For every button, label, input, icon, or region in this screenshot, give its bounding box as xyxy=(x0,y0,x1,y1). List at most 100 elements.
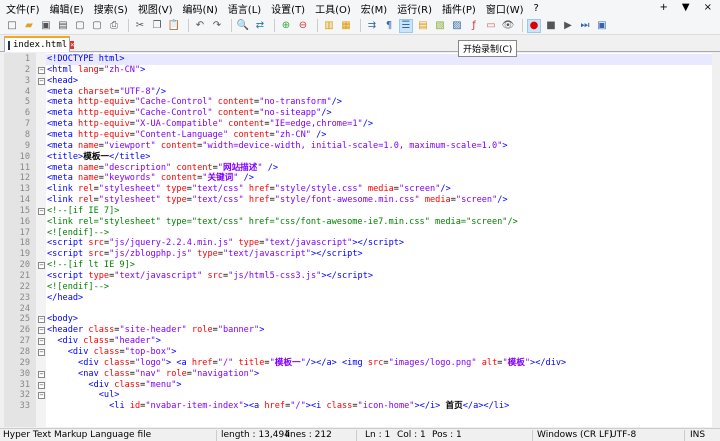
line-number: 15 xyxy=(4,206,30,217)
menu-item[interactable]: 编码(N) xyxy=(183,1,218,16)
fold-toggle-icon[interactable]: − xyxy=(38,78,45,85)
status-encoding[interactable]: UTF-8 xyxy=(610,430,636,440)
close-tab-icon[interactable]: × xyxy=(70,41,74,49)
code-token: "style/style.css" xyxy=(275,184,363,194)
fold-toggle-icon[interactable]: − xyxy=(38,262,45,269)
sync-horizontal-icon[interactable]: ▦ xyxy=(339,19,353,33)
udl-icon[interactable]: ▤ xyxy=(416,19,430,33)
function-list-icon[interactable]: ƒ xyxy=(467,19,481,33)
code-text: </head> xyxy=(46,293,712,304)
fold-toggle-icon[interactable]: − xyxy=(38,371,45,378)
menu-item[interactable]: 搜索(S) xyxy=(94,1,128,16)
paste-icon[interactable]: 📋 xyxy=(167,19,181,33)
menu-item[interactable]: 工具(O) xyxy=(315,1,351,16)
code-token: "Cache-Control" xyxy=(135,97,213,107)
code-text: <meta charset="UTF-8"/> xyxy=(46,87,712,98)
code-token: ><a xyxy=(244,401,265,411)
fold-toggle-icon[interactable]: − xyxy=(38,349,45,356)
run-macro-multiple-icon[interactable]: ⏭ xyxy=(578,19,592,33)
copy-icon[interactable]: ❐ xyxy=(150,19,164,33)
window-control[interactable]: ▼ xyxy=(682,2,690,13)
redo-icon[interactable]: ↷ xyxy=(210,19,224,33)
close-all-icon[interactable]: ▢ xyxy=(90,19,104,33)
code-editor[interactable]: 1<!DOCTYPE html>2−<html lang="zh-CN">3−<… xyxy=(4,53,712,427)
menu-item[interactable]: 语言(L) xyxy=(228,1,261,16)
close-icon[interactable]: ▢ xyxy=(73,19,87,33)
undo-icon[interactable]: ↶ xyxy=(193,19,207,33)
line-number: 9 xyxy=(4,141,30,152)
code-token: /> xyxy=(332,97,342,107)
code-token: "stylesheet" xyxy=(99,184,161,194)
code-line: 9 <meta name="viewport" content="width=de… xyxy=(4,141,712,152)
menu-item[interactable]: 视图(V) xyxy=(138,1,173,16)
replace-icon[interactable]: ⇄ xyxy=(253,19,267,33)
zoom-out-icon[interactable]: ⊖ xyxy=(296,19,310,33)
word-wrap-icon[interactable]: ⇉ xyxy=(365,19,379,33)
code-token: ></script> xyxy=(352,238,404,248)
fold-toggle-icon[interactable]: − xyxy=(38,316,45,323)
indent-guide-icon[interactable]: ☰ xyxy=(399,19,413,33)
fold-toggle-icon[interactable]: − xyxy=(38,208,45,215)
line-number: 5 xyxy=(4,97,30,108)
save-macro-icon[interactable]: ▣ xyxy=(595,19,609,33)
cut-icon[interactable]: ✂ xyxy=(133,19,147,33)
window-control[interactable]: × xyxy=(704,2,712,13)
play-macro-icon[interactable]: ▶ xyxy=(561,19,575,33)
code-token: "text/javascript" xyxy=(264,238,352,248)
save-icon[interactable]: ▣ xyxy=(39,19,53,33)
code-token: ></script> xyxy=(311,249,363,259)
menu-item[interactable]: 插件(P) xyxy=(442,1,476,16)
window-control[interactable]: + xyxy=(660,2,668,13)
save-all-icon[interactable]: ▤ xyxy=(56,19,70,33)
menu-item[interactable]: ? xyxy=(534,3,539,14)
print-icon[interactable]: ⎙ xyxy=(107,19,121,33)
code-token xyxy=(47,380,88,390)
code-token: "js/zblogphp.js" xyxy=(109,249,192,259)
code-token: </title> xyxy=(109,152,150,162)
code-token: <meta xyxy=(47,173,78,183)
code-token: 关键词 xyxy=(207,173,233,183)
open-file-icon[interactable]: ▰ xyxy=(22,19,36,33)
code-line: 28− <div class="top-box"> xyxy=(4,347,712,358)
code-token: lang xyxy=(78,65,99,75)
code-token: /> xyxy=(156,87,166,97)
stop-macro-icon[interactable]: ■ xyxy=(544,19,558,33)
code-token: "nav" xyxy=(135,369,161,379)
sync-vertical-icon[interactable]: ▥ xyxy=(322,19,336,33)
fold-toggle-icon[interactable]: − xyxy=(38,327,45,334)
show-all-chars-icon[interactable]: ¶ xyxy=(382,19,396,33)
fold-toggle-icon[interactable]: − xyxy=(38,382,45,389)
vertical-scrollbar[interactable] xyxy=(712,53,720,427)
code-token: "Cache-Control" xyxy=(135,108,213,118)
fold-toggle-icon[interactable]: − xyxy=(38,338,45,345)
code-token: /> xyxy=(497,195,507,205)
zoom-in-icon[interactable]: ⊕ xyxy=(279,19,293,33)
status-eol[interactable]: Windows (CR LF) xyxy=(537,430,613,440)
code-token: ></i> xyxy=(414,401,445,411)
monitoring-icon[interactable]: 👁 xyxy=(501,19,515,33)
new-file-icon[interactable]: □ xyxy=(5,19,19,33)
doc-list-icon[interactable]: ▨ xyxy=(450,19,464,33)
code-text: <!DOCTYPE html> xyxy=(46,54,712,65)
folder-workspace-icon[interactable]: ▭ xyxy=(484,19,498,33)
code-token: "no-siteapp" xyxy=(259,108,321,118)
record-macro-icon[interactable]: ● xyxy=(527,19,541,33)
code-line: 17<![endif]--> xyxy=(4,228,712,239)
line-number: 27 xyxy=(4,336,30,347)
tab-index-html[interactable]: index.html × xyxy=(4,36,70,52)
menu-item[interactable]: 窗口(W) xyxy=(486,1,524,16)
menu-item[interactable]: 运行(R) xyxy=(397,1,432,16)
menu-item[interactable]: 设置(T) xyxy=(271,1,305,16)
doc-map-icon[interactable]: ▧ xyxy=(433,19,447,33)
menu-item[interactable]: 文件(F) xyxy=(6,1,40,16)
code-token: class xyxy=(83,336,109,346)
code-token: <link rel="stylesheet" type="text/css" h… xyxy=(47,217,518,227)
find-icon[interactable]: 🔍 xyxy=(236,19,250,33)
fold-toggle-icon[interactable]: − xyxy=(38,392,45,399)
code-text: <meta name="viewport" content="width=dev… xyxy=(46,141,712,152)
fold-toggle-icon[interactable]: − xyxy=(38,67,45,74)
menu-item[interactable]: 宏(M) xyxy=(361,1,387,16)
code-text: <!--[if IE 7]> xyxy=(46,206,712,217)
menu-item[interactable]: 编辑(E) xyxy=(50,1,84,16)
code-token: <script xyxy=(47,238,88,248)
